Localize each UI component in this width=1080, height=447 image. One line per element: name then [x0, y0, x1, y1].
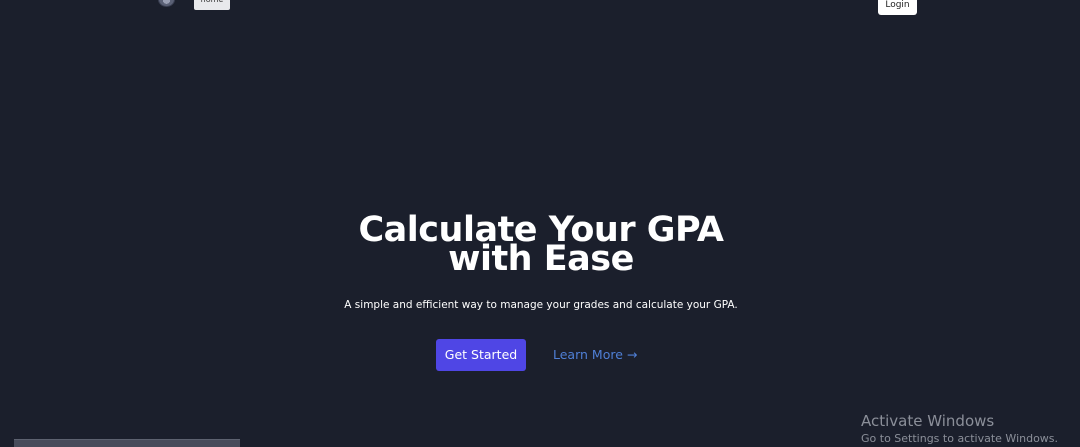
avatar[interactable]: [158, 0, 175, 7]
taskbar-strip: [14, 439, 240, 447]
learn-more-link[interactable]: Learn More →: [553, 347, 637, 362]
activate-windows-title: Activate Windows: [861, 412, 995, 430]
login-button[interactable]: Login: [878, 0, 917, 15]
hero-title-line2: with Ease: [448, 239, 634, 279]
nav-home-link[interactable]: home: [194, 0, 230, 10]
activate-windows-watermark: Activate Windows Go to Settings to activ…: [861, 412, 1058, 447]
hero-subtitle: A simple and efficient way to manage you…: [344, 299, 738, 311]
get-started-button[interactable]: Get Started: [436, 339, 526, 371]
activate-windows-subtitle: Go to Settings to activate Windows.: [861, 432, 1059, 445]
hero-title: Calculate Your GPA with Ease: [0, 213, 1080, 277]
